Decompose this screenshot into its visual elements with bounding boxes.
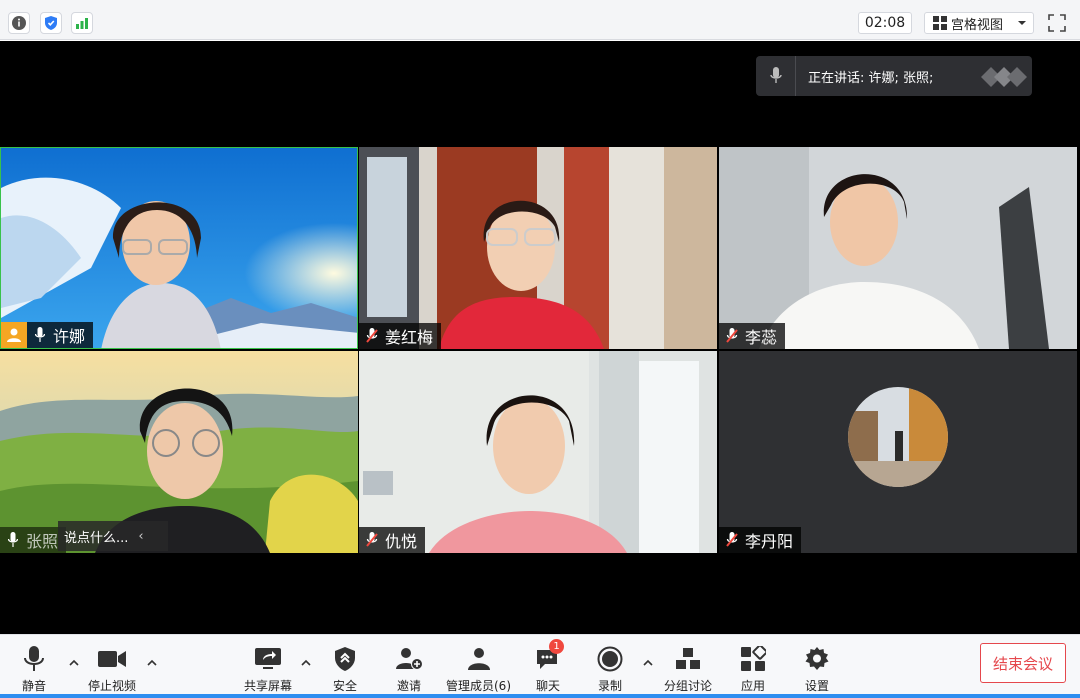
video-tile[interactable]: 许娜 xyxy=(0,147,358,349)
chat-unread-badge: 1 xyxy=(549,639,564,654)
stop-video-label: 停止视频 xyxy=(88,679,137,693)
active-speaker-text: 正在讲话: 许娜; 张照; xyxy=(808,70,934,86)
chat-preview-bubble[interactable]: 说点什么... ‹ xyxy=(58,521,168,551)
microphone-muted-icon xyxy=(363,527,381,553)
chevron-up-icon[interactable] xyxy=(146,657,158,669)
security-label: 安全 xyxy=(333,679,358,693)
chevron-up-icon[interactable] xyxy=(642,657,654,669)
video-tile[interactable]: 张照 说点什么... ‹ xyxy=(0,351,358,553)
host-icon xyxy=(1,322,27,348)
settings-label: 设置 xyxy=(804,679,829,693)
microphone-icon xyxy=(31,322,49,348)
stop-video-button[interactable]: 停止视频 xyxy=(88,645,136,694)
participant-avatar xyxy=(848,387,948,487)
security-button[interactable]: 安全 xyxy=(333,645,357,694)
microphone-muted-icon xyxy=(723,527,741,553)
end-meeting-button[interactable]: 结束会议 xyxy=(980,643,1066,683)
video-tile[interactable]: 李蕊 xyxy=(719,147,1077,349)
add-user-icon xyxy=(395,645,423,673)
chat-button[interactable]: 1 聊天 xyxy=(535,639,564,694)
video-camera-icon xyxy=(98,645,126,673)
members-icon xyxy=(466,645,492,673)
participant-video xyxy=(1,148,357,348)
shield-icon[interactable] xyxy=(40,12,62,34)
share-screen-label: 共享屏幕 xyxy=(244,679,293,693)
chevron-up-icon[interactable] xyxy=(68,657,80,669)
video-tile[interactable]: 姜红梅 xyxy=(359,147,717,349)
chevron-up-icon[interactable] xyxy=(300,657,312,669)
video-tile[interactable]: 仇悦 xyxy=(359,351,717,553)
fullscreen-icon[interactable] xyxy=(1046,12,1068,34)
meeting-toolbar: 静音 停止视频 共享屏幕 安全 邀请 管理成员(6) 1 聊天 录制 分组讨论 … xyxy=(0,634,1080,698)
mute-label: 静音 xyxy=(22,679,47,693)
participant-video xyxy=(359,351,717,553)
chevron-down-icon xyxy=(1018,21,1027,25)
video-stage: 正在讲话: 许娜; 张照; 许娜 姜红梅 李蕊 张照 说点什么... ‹ 仇悦 … xyxy=(0,41,1080,634)
participant-name-bar: 张照 xyxy=(0,527,67,553)
share-screen-button[interactable]: 共享屏幕 xyxy=(244,645,292,694)
participant-name: 姜红梅 xyxy=(385,328,434,347)
shield-icon xyxy=(334,645,356,673)
record-icon xyxy=(597,645,623,673)
participant-name-bar: 李蕊 xyxy=(719,323,786,349)
microphone-muted-icon xyxy=(723,323,741,349)
grid-icon xyxy=(933,16,947,30)
participant-video xyxy=(719,147,1077,349)
breakout-rooms-label: 分组讨论 xyxy=(664,679,713,693)
info-icon[interactable] xyxy=(8,12,30,34)
apps-icon xyxy=(740,645,766,673)
chat-icon: 1 xyxy=(535,639,564,673)
manage-members-button[interactable]: 管理成员(6) xyxy=(446,645,511,694)
bottom-accent-line xyxy=(0,694,1080,698)
app-logo-icon xyxy=(976,65,1032,87)
gear-icon xyxy=(804,645,830,673)
participant-name: 仇悦 xyxy=(385,532,418,551)
active-speaker-banner: 正在讲话: 许娜; 张照; xyxy=(756,56,1032,96)
breakout-rooms-button[interactable]: 分组讨论 xyxy=(664,645,712,694)
top-bar: 02:08 宫格视图 xyxy=(0,0,1080,40)
share-screen-icon xyxy=(254,645,282,673)
participant-name-bar: 许娜 xyxy=(1,322,94,348)
participant-name: 张照 xyxy=(26,532,59,551)
view-mode-button[interactable]: 宫格视图 xyxy=(924,12,1034,34)
chat-label: 聊天 xyxy=(535,679,560,693)
video-tile[interactable]: 李丹阳 xyxy=(719,351,1077,553)
participant-video xyxy=(0,351,358,553)
signal-icon[interactable] xyxy=(71,12,93,34)
mute-button[interactable]: 静音 xyxy=(22,645,46,694)
participant-name: 李丹阳 xyxy=(745,532,794,551)
record-button[interactable]: 录制 xyxy=(597,645,623,694)
participant-name-bar: 姜红梅 xyxy=(359,323,442,349)
apps-label: 应用 xyxy=(740,679,765,693)
chevron-left-icon[interactable]: ‹ xyxy=(138,529,143,544)
chat-preview-text: 说点什么... xyxy=(64,530,129,546)
invite-button[interactable]: 邀请 xyxy=(395,645,423,694)
participant-name: 李蕊 xyxy=(745,328,778,347)
microphone-icon xyxy=(756,56,796,96)
view-mode-label: 宫格视图 xyxy=(951,17,1004,33)
participant-name-bar: 仇悦 xyxy=(359,527,426,553)
invite-label: 邀请 xyxy=(396,679,421,693)
participant-video xyxy=(359,147,717,349)
record-label: 录制 xyxy=(597,679,622,693)
apps-button[interactable]: 应用 xyxy=(740,645,766,694)
participant-name: 许娜 xyxy=(53,327,86,346)
microphone-icon xyxy=(24,645,44,673)
microphone-muted-icon xyxy=(363,323,381,349)
breakout-rooms-icon xyxy=(675,645,701,673)
participant-name-bar: 李丹阳 xyxy=(719,527,802,553)
settings-button[interactable]: 设置 xyxy=(804,645,830,694)
manage-members-label: 管理成员(6) xyxy=(446,679,511,693)
meeting-timer: 02:08 xyxy=(858,12,912,34)
microphone-icon xyxy=(4,527,22,553)
